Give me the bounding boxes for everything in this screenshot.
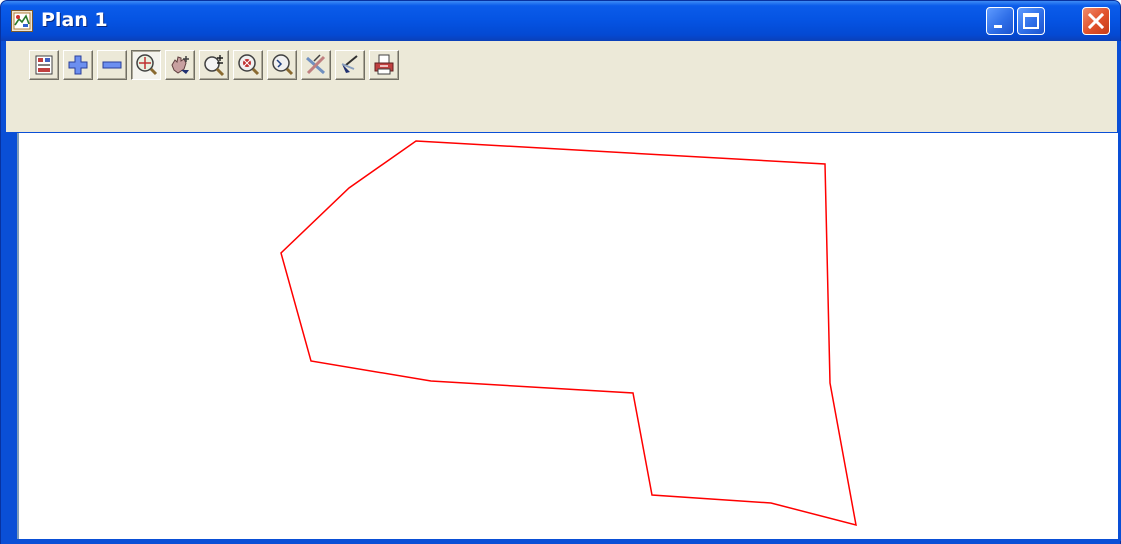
pen-pick-icon [341, 55, 358, 73]
title-bar[interactable]: Plan 1 [1, 1, 1120, 41]
magnifier-plus-minus-icon [204, 55, 225, 77]
minimize-button[interactable] [986, 7, 1014, 35]
close-button[interactable] [1082, 7, 1110, 35]
plan-window: Plan 1 [0, 0, 1121, 544]
pick-button[interactable] [335, 50, 365, 80]
pan-button[interactable] [165, 50, 195, 80]
zoom-out-button[interactable] [97, 50, 127, 80]
zoom-in-button[interactable] [63, 50, 93, 80]
hand-icon [171, 56, 189, 74]
crossed-pencils-icon [306, 54, 326, 75]
zoom-window-button[interactable] [233, 50, 263, 80]
zoom-previous-button[interactable] [267, 50, 297, 80]
minus-icon [102, 61, 122, 69]
magnifier-crosshair-icon [136, 54, 158, 76]
print-button[interactable] [369, 50, 399, 80]
maximize-button[interactable] [1017, 7, 1045, 35]
plot-settings-icon [35, 55, 53, 75]
plan-app-icon [11, 10, 33, 32]
window-title: Plan 1 [41, 9, 108, 31]
plan-drawing-canvas[interactable] [17, 133, 1118, 539]
zoom-extents-button[interactable] [131, 50, 161, 80]
clip-button[interactable] [301, 50, 331, 80]
plan-view [280, 140, 857, 527]
magnifier-target-icon [238, 54, 260, 76]
plot-settings-button[interactable] [29, 50, 59, 80]
printer-icon [374, 54, 394, 75]
magnifier-icon [272, 54, 294, 76]
zoom-plus-minus-button[interactable] [199, 50, 229, 80]
window-frame-bottom [1, 539, 1120, 544]
boundary-polygon[interactable] [280, 140, 857, 527]
minimize-icon [994, 25, 1002, 28]
close-icon [1087, 12, 1105, 30]
maximize-icon [1023, 13, 1039, 29]
plus-icon [68, 55, 88, 75]
